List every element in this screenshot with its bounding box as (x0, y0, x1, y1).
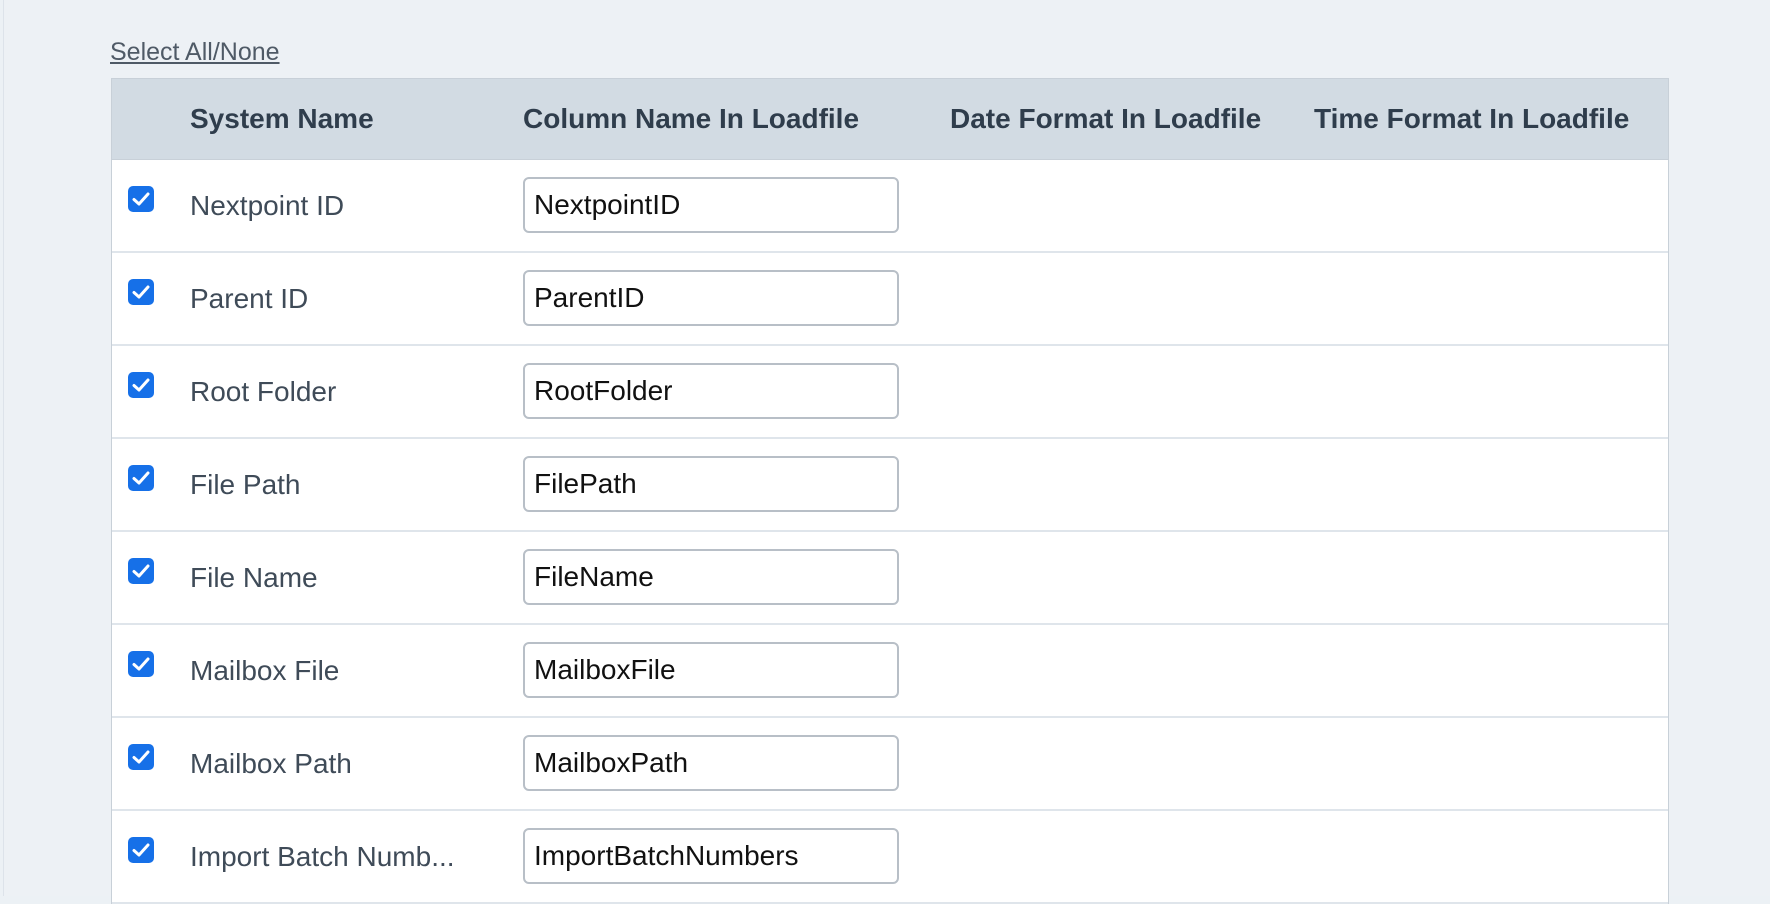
header-time-format: Time Format In Loadfile (1314, 103, 1630, 134)
column-name-input[interactable] (523, 456, 899, 512)
system-name-label: Nextpoint ID (190, 190, 345, 221)
system-name-label: File Path (190, 469, 301, 500)
row-checkbox[interactable] (128, 651, 154, 677)
checkmark-icon (132, 285, 150, 299)
row-checkbox[interactable] (128, 558, 154, 584)
table-row: Import Batch Numb... (112, 811, 1668, 904)
header-column-name: Column Name In Loadfile (523, 103, 860, 134)
row-checkbox[interactable] (128, 837, 154, 863)
column-name-input[interactable] (523, 828, 899, 884)
table-row: Root Folder (112, 346, 1668, 439)
system-name-label: File Name (190, 562, 318, 593)
column-name-input[interactable] (523, 177, 899, 233)
checkmark-icon (132, 471, 150, 485)
header-system-name: System Name (190, 103, 374, 134)
checkmark-icon (132, 843, 150, 857)
table-row: Nextpoint ID (112, 160, 1668, 253)
column-name-input[interactable] (523, 549, 899, 605)
system-name-label: Mailbox Path (190, 748, 352, 779)
table-row: Parent ID (112, 253, 1668, 346)
row-checkbox[interactable] (128, 465, 154, 491)
select-all-none-link[interactable]: Select All/None (110, 38, 280, 67)
system-name-label: Import Batch Numb... (190, 841, 455, 872)
checkmark-icon (132, 378, 150, 392)
row-checkbox[interactable] (128, 744, 154, 770)
table-row: Mailbox Path (112, 718, 1668, 811)
system-name-label: Root Folder (190, 376, 337, 407)
field-mapping-table: System Name Column Name In Loadfile Date… (111, 78, 1669, 904)
table-header: System Name Column Name In Loadfile Date… (112, 79, 1668, 160)
system-name-label: Mailbox File (190, 655, 340, 686)
table-row: Mailbox File (112, 625, 1668, 718)
table-row: File Name (112, 532, 1668, 625)
column-name-input[interactable] (523, 642, 899, 698)
row-checkbox[interactable] (128, 372, 154, 398)
table-row: File Path (112, 439, 1668, 532)
row-checkbox[interactable] (128, 279, 154, 305)
header-date-format: Date Format In Loadfile (950, 103, 1262, 134)
column-name-input[interactable] (523, 363, 899, 419)
field-mapping-panel: Select All/None System Name Column Name … (3, 0, 1770, 904)
checkmark-icon (132, 192, 150, 206)
row-checkbox[interactable] (128, 186, 154, 212)
checkmark-icon (132, 750, 150, 764)
column-name-input[interactable] (523, 270, 899, 326)
column-name-input[interactable] (523, 735, 899, 791)
system-name-label: Parent ID (190, 283, 309, 314)
checkmark-icon (132, 657, 150, 671)
checkmark-icon (132, 564, 150, 578)
